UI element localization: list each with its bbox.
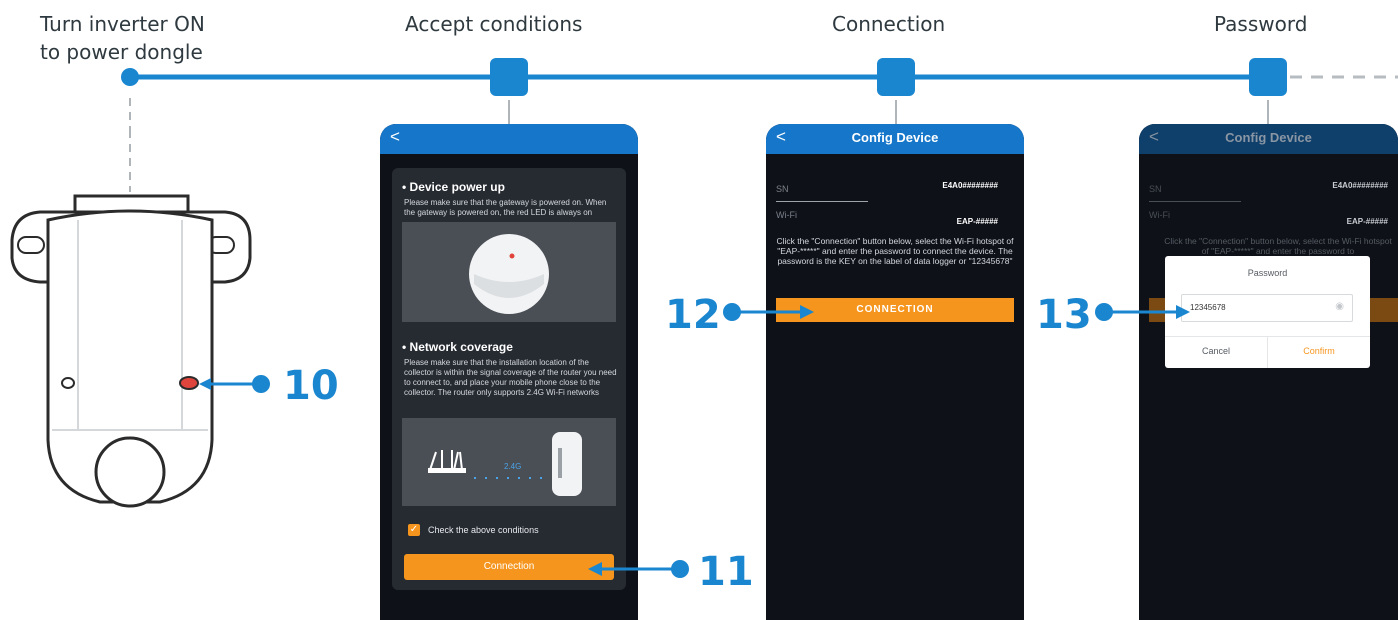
red-led-icon xyxy=(509,253,515,259)
wifi-value: EAP-##### xyxy=(1346,217,1388,226)
app-bar: < xyxy=(380,124,638,154)
callout-12-arrow xyxy=(723,303,814,321)
callout-11-arrow xyxy=(588,560,689,578)
sn-label: SN xyxy=(776,184,789,194)
password-input[interactable]: 12345678 ◉ xyxy=(1181,294,1353,322)
app-bar-title: Config Device xyxy=(851,130,939,145)
password-value: 12345678 xyxy=(1190,303,1226,312)
callout-13-arrow xyxy=(1095,303,1190,321)
wifi-label: Wi-Fi xyxy=(1149,210,1170,220)
phone-password: < Config Device SN E4A0######## Wi-Fi EA… xyxy=(1139,124,1398,620)
timeline-start-dot xyxy=(121,68,139,86)
sn-underline xyxy=(776,201,868,202)
sn-label: SN xyxy=(1149,184,1162,194)
timeline-node-password xyxy=(1249,58,1287,96)
back-icon[interactable]: < xyxy=(390,127,400,147)
sn-value: E4A0######## xyxy=(942,181,998,190)
callout-11: 11 xyxy=(698,549,754,595)
timeline-node-accept xyxy=(490,58,528,96)
callout-10-arrow xyxy=(199,375,270,393)
section-power-text: Please make sure that the gateway is pow… xyxy=(404,198,607,217)
section-power-title: • Device power up xyxy=(402,180,505,194)
dongle-illustration xyxy=(10,194,252,508)
eye-icon[interactable]: ◉ xyxy=(1335,301,1344,312)
sn-value: E4A0######## xyxy=(1332,181,1388,190)
band-label: 2.4G xyxy=(504,462,522,471)
cancel-button[interactable]: Cancel xyxy=(1165,346,1267,356)
connection-instructions: Click the "Connection" button below, sel… xyxy=(1164,236,1392,256)
checkbox-label: Check the above conditions xyxy=(428,525,539,535)
wifi-label: Wi-Fi xyxy=(776,210,797,220)
timeline xyxy=(121,58,1398,130)
callout-10: 10 xyxy=(283,363,339,409)
conditions-card: • Device power up Please make sure that … xyxy=(392,168,626,590)
app-bar: < Config Device xyxy=(1139,124,1398,154)
section-network-title: • Network coverage xyxy=(402,340,513,354)
connection-instructions: Click the "Connection" button below, sel… xyxy=(776,236,1014,266)
callout-13: 13 xyxy=(1036,292,1092,338)
network-image: 2.4G xyxy=(402,418,616,506)
app-bar-title: Config Device xyxy=(1225,130,1312,145)
confirm-button[interactable]: Confirm xyxy=(1268,346,1370,356)
phone-connection: < Config Device SN E4A0######## Wi-Fi EA… xyxy=(766,124,1024,620)
sn-underline xyxy=(1149,201,1241,202)
dialog-title: Password xyxy=(1247,268,1288,278)
wifi-value: EAP-##### xyxy=(956,217,998,226)
power-image xyxy=(402,222,616,322)
section-network-text: Please make sure that the installation l… xyxy=(404,358,617,397)
conditions-checkbox[interactable]: ✓ xyxy=(408,524,420,536)
app-bar: < Config Device xyxy=(766,124,1024,154)
password-dialog: Password 12345678 ◉ Cancel Confirm xyxy=(1165,256,1370,368)
timeline-node-connection xyxy=(877,58,915,96)
phone-accept-conditions: < • Device power up Please make sure tha… xyxy=(380,124,638,620)
callout-12: 12 xyxy=(665,292,721,338)
